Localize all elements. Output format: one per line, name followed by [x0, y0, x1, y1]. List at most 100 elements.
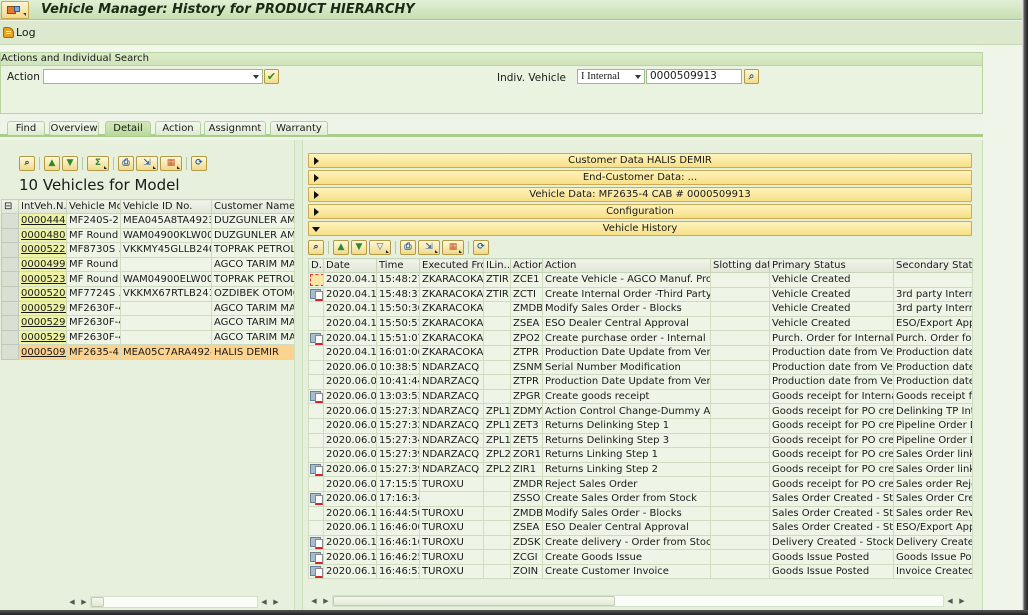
doc-cell[interactable]: [308, 505, 324, 522]
doc-cell[interactable]: [308, 417, 324, 434]
doc-cell[interactable]: [308, 315, 324, 332]
scroll-left-icon[interactable]: ◀: [944, 595, 956, 607]
document-icon[interactable]: [310, 464, 323, 476]
history-row[interactable]: 2020.06.0510:41:44NDARZACQZTPRProduction…: [308, 374, 973, 390]
internal-vehicle-no-cell[interactable]: 0000520...: [18, 285, 67, 302]
sum-button[interactable]: Σ: [87, 155, 109, 171]
row-selector[interactable]: [1, 242, 19, 258]
doc-cell[interactable]: [308, 286, 324, 303]
history-row[interactable]: 2020.06.0917:16:34 ZSSOCreate Sales Order…: [308, 490, 973, 507]
history-row[interactable]: 2020.04.1515:50:36ZKARACOKAK ZMDBModify S…: [308, 301, 973, 317]
doc-cell[interactable]: [308, 374, 324, 390]
vehicle-row[interactable]: 0000522...MF8730S ...VKKMY45GLLB240...TO…: [1, 242, 295, 258]
col-header-internal-vehicle-no[interactable]: IntVeh.N...: [18, 199, 67, 214]
print-button[interactable]: ⎙: [400, 239, 416, 255]
vehicle-list-hscroll[interactable]: ◀ ▶ ◀ ▶: [66, 595, 282, 609]
tab-overview[interactable]: Overview: [49, 121, 99, 135]
tray-configuration[interactable]: Configuration: [308, 204, 972, 219]
vehicle-link[interactable]: 0000529...: [21, 317, 66, 328]
vehicle-row[interactable]: 0000499...MF Round ... AGCO TARIM MAKİ: [1, 256, 295, 273]
scroll-left-icon[interactable]: ◀: [308, 595, 320, 607]
doc-cell[interactable]: [308, 534, 324, 551]
doc-cell[interactable]: [308, 301, 324, 317]
document-icon[interactable]: [310, 493, 323, 506]
scroll-right-icon[interactable]: ▶: [78, 596, 90, 608]
vehicle-link[interactable]: 0000520...: [21, 288, 66, 299]
history-row[interactable]: 2020.06.1016:46:16TUROXU ZDSKCreate deliv…: [308, 534, 973, 551]
col-header-action-text[interactable]: Action: [542, 258, 711, 273]
col-header-time[interactable]: Time: [376, 258, 420, 273]
doc-cell[interactable]: [308, 447, 324, 463]
document-icon[interactable]: [310, 566, 323, 578]
vehicle-link[interactable]: 0000509...: [21, 347, 66, 358]
history-row[interactable]: 2020.06.0510:38:57NDARZACQ ZSNMSerial Num…: [308, 359, 973, 376]
col-header-secondary-status[interactable]: Secondary Status: [893, 258, 973, 273]
details-button[interactable]: ⌕: [19, 155, 35, 171]
history-row[interactable]: 2020.04.1515:48:31ZKARACOKAKZTIRZCTICrea…: [308, 286, 973, 303]
history-row[interactable]: 2020.06.0915:27:39NDARZACQZPL2ZOR1Return…: [308, 447, 973, 463]
scroll-thumb[interactable]: [91, 597, 104, 607]
history-row[interactable]: 2020.06.1016:46:53TUROXU ZOINCreate Custo…: [308, 563, 973, 580]
row-selector[interactable]: [1, 315, 19, 331]
id-type-dropdown[interactable]: I Internal: [577, 69, 645, 84]
doc-cell[interactable]: [308, 563, 324, 580]
doc-cell[interactable]: [308, 490, 324, 507]
system-menu-icon[interactable]: [1, 0, 29, 19]
col-header-vehicle-id[interactable]: Vehicle ID No.: [120, 199, 212, 214]
tray-end-customer-data[interactable]: End-Customer Data: ...: [308, 170, 972, 185]
internal-vehicle-no-cell[interactable]: 0000444...: [18, 213, 67, 229]
internal-vehicle-no-cell[interactable]: 0000480...: [18, 227, 67, 244]
sort-descending-button[interactable]: ▼: [351, 239, 367, 255]
history-row[interactable]: 2020.06.1016:44:50TUROXU ZMDBModify Sales…: [308, 505, 973, 522]
vehicle-row[interactable]: 0000523...MF Round ...WAM04900ELW00...TO…: [1, 271, 295, 287]
history-hscroll[interactable]: ◀ ▶ ◀ ▶: [308, 594, 972, 608]
history-row[interactable]: 2020.06.1016:46:25TUROXU ZCGICreate Goods…: [308, 549, 973, 565]
row-selector[interactable]: [1, 256, 19, 273]
internal-vehicle-no-cell[interactable]: 0000509...: [18, 344, 67, 360]
col-header-customer-name[interactable]: Customer Name: [211, 199, 295, 214]
doc-cell[interactable]: [308, 388, 324, 405]
doc-cell[interactable]: [308, 403, 324, 419]
tab-action[interactable]: Action: [155, 121, 201, 135]
layout-button[interactable]: ▦: [160, 155, 182, 171]
doc-cell[interactable]: [308, 476, 324, 492]
col-header-slotting-date[interactable]: Slotting date: [710, 258, 770, 273]
vehicle-row[interactable]: 0000529...MF2630F-4 AGCO TARIM MAKİ: [1, 329, 295, 346]
tab-detail[interactable]: Detail: [105, 121, 151, 136]
history-row[interactable]: 2020.04.1515:48:27ZKARACOKAKZTIRZCE1Crea…: [308, 272, 973, 288]
execute-action-button[interactable]: ✔: [264, 69, 279, 84]
history-row[interactable]: 2020.04.1516:01:06ZKARACOKAKZTPRProducti…: [308, 344, 973, 361]
doc-cell[interactable]: [308, 432, 324, 449]
vehicle-row[interactable]: 0000509...MF2635-4 ...MEA05C7ARA4924...H…: [1, 344, 295, 360]
history-row[interactable]: 2020.06.0915:27:32NDARZACQZPL1ZET3Return…: [308, 417, 973, 434]
tab-assignment[interactable]: Assignmnt: [204, 121, 266, 135]
vehicle-link[interactable]: 0000444...: [21, 215, 66, 226]
scroll-thumb[interactable]: [333, 596, 615, 606]
vehicle-row[interactable]: 0000520...MF7724S ...VKKMX67RTLB241...OZ…: [1, 285, 295, 302]
col-header-vehicle-model[interactable]: Vehicle Mo...: [66, 199, 121, 214]
history-row[interactable]: 2020.04.1515:50:51ZKARACOKAK ZSEAESO Deal…: [308, 315, 973, 332]
history-row[interactable]: 2020.06.0513:03:53NDARZACQ ZPGRCreate goo…: [308, 388, 973, 405]
col-header-action-code[interactable]: Action: [510, 258, 543, 273]
row-selector[interactable]: [1, 329, 19, 346]
row-selector[interactable]: [1, 285, 19, 302]
doc-cell[interactable]: [308, 549, 324, 565]
tray-vehicle-data[interactable]: Vehicle Data: MF2635-4 CAB # 0000509913: [308, 187, 972, 202]
scroll-track[interactable]: [332, 595, 944, 607]
vehicle-number-input[interactable]: 0000509913: [646, 69, 742, 84]
row-selector[interactable]: [1, 213, 19, 229]
scroll-track[interactable]: [90, 596, 258, 608]
row-selector[interactable]: [1, 300, 19, 317]
internal-vehicle-no-cell[interactable]: 0000523...: [18, 271, 67, 287]
doc-cell[interactable]: [308, 520, 324, 536]
log-button[interactable]: Log: [3, 26, 36, 39]
tray-customer-data[interactable]: Customer Data HALIS DEMIR: [308, 153, 972, 168]
history-row[interactable]: 2020.04.1515:51:07ZKARACOKAK ZPO2Create p…: [308, 330, 973, 346]
history-row[interactable]: 2020.06.0917:15:57TUROXU ZMDRReject Sales…: [308, 476, 973, 492]
vehicle-row[interactable]: 0000529...MF2630F-4 AGCO TARIM MAKİ: [1, 300, 295, 317]
vehicle-link[interactable]: 0000523...: [21, 274, 66, 285]
internal-vehicle-no-cell[interactable]: 0000529...: [18, 329, 67, 346]
select-all-cell[interactable]: ⊟: [1, 199, 19, 214]
history-row[interactable]: 2020.06.0915:27:32NDARZACQZPL1ZDMYAction…: [308, 403, 973, 419]
document-icon[interactable]: [310, 288, 323, 301]
